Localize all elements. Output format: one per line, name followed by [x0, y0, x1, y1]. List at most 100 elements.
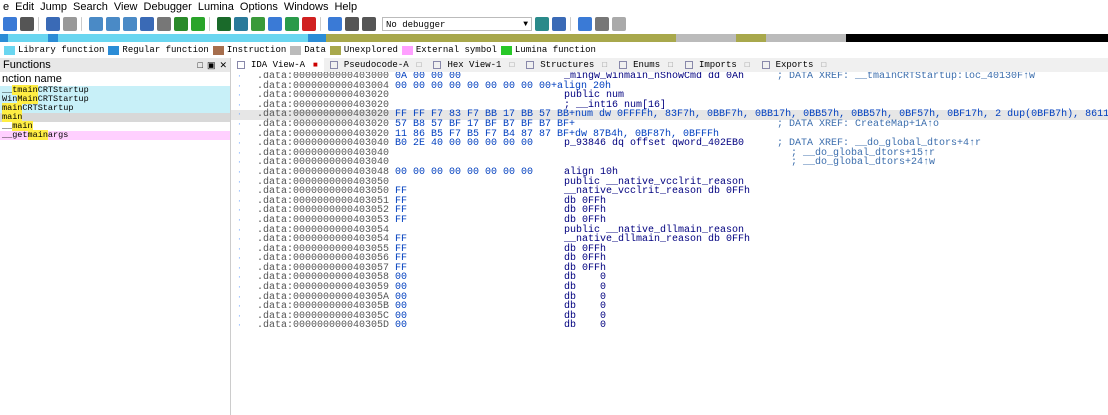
menu-item[interactable]: Options — [237, 0, 281, 14]
graph-view-icon[interactable] — [595, 17, 609, 31]
breakpoint-dot-icon[interactable]: · — [237, 226, 242, 236]
menu-bar: e Edit Jump Search View Debugger Lumina Options… — [0, 0, 1108, 14]
tab-close-icon[interactable]: ■ — [313, 61, 318, 70]
breakpoint-dot-icon[interactable]: · — [237, 187, 242, 197]
save-icon[interactable] — [20, 17, 34, 31]
menu-item[interactable]: e — [0, 0, 12, 14]
menu-icon[interactable] — [157, 17, 171, 31]
menu-item[interactable]: Edit — [12, 0, 37, 14]
breakpoint-dot-icon[interactable]: · — [237, 293, 242, 303]
menu-item[interactable]: Search — [70, 0, 111, 14]
menu-item[interactable]: Help — [331, 0, 360, 14]
breakpoint-dot-icon[interactable]: · — [237, 206, 242, 216]
forward-icon[interactable] — [63, 17, 77, 31]
menu-item[interactable]: Jump — [37, 0, 70, 14]
breakpoint-dot-icon[interactable]: · — [237, 216, 242, 226]
tab-icon — [761, 61, 770, 69]
float-icon[interactable]: ▣ — [207, 60, 216, 70]
options-icon[interactable] — [612, 17, 626, 31]
menu-item[interactable]: View — [111, 0, 141, 14]
breakpoint-dot-icon[interactable]: · — [237, 168, 242, 178]
debugger-options-icon[interactable] — [535, 17, 549, 31]
tab-icon — [684, 61, 693, 69]
tab[interactable]: Exports □ — [756, 58, 833, 72]
attach-icon[interactable] — [552, 17, 566, 31]
disassembly-line[interactable]: · .data:000000000040305D 00 db 0 — [231, 321, 1108, 331]
breakpoint-dot-icon[interactable]: · — [237, 178, 242, 188]
toolbar-separator — [38, 17, 39, 31]
graph-icon[interactable] — [174, 17, 188, 31]
tab[interactable]: Imports □ — [679, 58, 756, 72]
delete-icon[interactable] — [302, 17, 316, 31]
line-address: .data:000000000040305D — [257, 320, 390, 332]
breakpoint-dot-icon[interactable]: · — [237, 91, 242, 101]
menu-item[interactable]: Debugger — [141, 0, 195, 14]
tab-restore-icon[interactable]: □ — [668, 61, 673, 70]
functions-panel-title: Functions — [3, 59, 51, 71]
tab[interactable]: Structures □ — [520, 58, 613, 72]
tab[interactable]: IDA View-A ■ — [231, 58, 324, 72]
breakpoint-dot-icon[interactable]: · — [237, 72, 242, 82]
breakpoint-dot-icon[interactable]: · — [237, 130, 242, 140]
tab-restore-icon[interactable]: □ — [509, 61, 514, 70]
breakpoint-dot-icon[interactable]: · — [237, 235, 242, 245]
menu-item[interactable]: Lumina — [195, 0, 237, 14]
breakpoint-dot-icon[interactable]: · — [237, 197, 242, 207]
breakpoint-dot-icon[interactable]: · — [237, 283, 242, 293]
play-icon[interactable] — [328, 17, 342, 31]
breakpoint-dot-icon[interactable]: · — [237, 273, 242, 283]
disassembly-view[interactable]: · .data:0000000000403000 0A 00 00 00 _mingw… — [231, 72, 1108, 415]
function-icon[interactable] — [268, 17, 282, 31]
xref-icon[interactable] — [578, 17, 592, 31]
breakpoint-dot-icon[interactable]: · — [237, 149, 242, 159]
legend-swatch — [212, 45, 224, 55]
navigation-band[interactable] — [0, 34, 1108, 42]
breakpoint-dot-icon[interactable]: · — [237, 245, 242, 255]
code-icon[interactable] — [217, 17, 231, 31]
tab-restore-icon[interactable]: □ — [602, 61, 607, 70]
function-name-suffix: args — [47, 130, 69, 140]
breakpoint-dot-icon[interactable]: · — [237, 158, 242, 168]
text-search-icon[interactable] — [106, 17, 120, 31]
breakpoint-dot-icon[interactable]: · — [237, 101, 242, 111]
tab-restore-icon[interactable]: □ — [417, 61, 422, 70]
up-arrow-icon[interactable] — [140, 17, 154, 31]
breakpoint-dot-icon[interactable]: · — [237, 254, 242, 264]
close-icon[interactable]: ✕ — [219, 60, 227, 70]
breakpoint-dot-icon[interactable]: · — [237, 120, 242, 130]
tab[interactable]: Hex View-1 □ — [427, 58, 520, 72]
data-icon[interactable] — [234, 17, 248, 31]
function-item[interactable]: main — [0, 112, 230, 122]
struct-icon[interactable] — [251, 17, 265, 31]
breakpoint-dot-icon[interactable]: · — [237, 110, 242, 120]
breakpoint-dot-icon[interactable]: · — [237, 139, 242, 149]
pause-icon[interactable] — [345, 17, 359, 31]
tab-label: Pseudocode-A — [343, 60, 409, 70]
debugger-select[interactable]: No debugger ▼ — [382, 17, 532, 31]
back-icon[interactable] — [46, 17, 60, 31]
edit-function-icon[interactable] — [285, 17, 299, 31]
color-legend: Library function Regular function Instruct… — [0, 43, 1108, 57]
lumina-icon[interactable] — [191, 17, 205, 31]
tab[interactable]: Pseudocode-A □ — [324, 58, 428, 72]
open-icon[interactable] — [3, 17, 17, 31]
tab-restore-icon[interactable]: □ — [745, 61, 750, 70]
function-name-column[interactable]: nction name — [0, 72, 230, 86]
imm-search-icon[interactable] — [123, 17, 137, 31]
tab-restore-icon[interactable]: □ — [821, 61, 826, 70]
binary-search-icon[interactable] — [89, 17, 103, 31]
restore-icon[interactable]: □ — [198, 60, 203, 70]
breakpoint-dot-icon[interactable]: · — [237, 312, 242, 322]
breakpoint-dot-icon[interactable]: · — [237, 321, 242, 331]
legend-swatch — [4, 45, 15, 55]
function-item[interactable]: mainCRTStartup — [0, 103, 230, 113]
breakpoint-dot-icon[interactable]: · — [237, 264, 242, 274]
menu-item[interactable]: Windows — [281, 0, 332, 14]
breakpoint-dot-icon[interactable]: · — [237, 302, 242, 312]
tab[interactable]: Enums □ — [613, 58, 679, 72]
tab-icon — [619, 61, 628, 69]
toolbar-separator — [570, 17, 571, 31]
function-item[interactable]: __getmainargs — [0, 130, 230, 140]
breakpoint-dot-icon[interactable]: · — [237, 82, 242, 92]
stop-icon[interactable] — [362, 17, 376, 31]
